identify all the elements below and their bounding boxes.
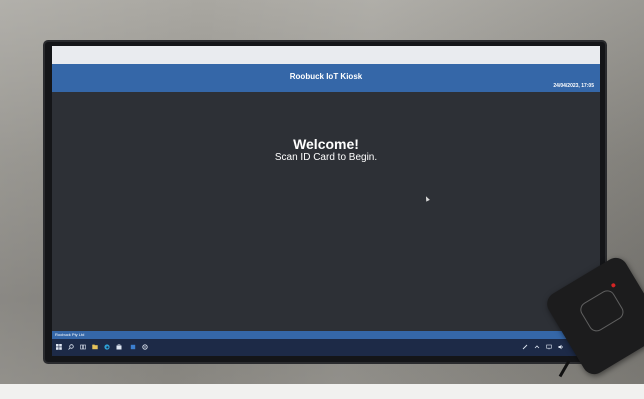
scan-instruction: Scan ID Card to Begin. (274, 152, 378, 163)
task-view-icon[interactable] (80, 344, 86, 350)
welcome-heading: Welcome! (293, 136, 359, 152)
edge-browser-icon[interactable] (104, 344, 110, 350)
volume-icon[interactable] (558, 344, 564, 350)
status-strip: Roobuck Pty Ltd (52, 331, 600, 339)
network-icon[interactable] (546, 344, 552, 350)
app-title: Roobuck IoT Kiosk (289, 72, 363, 81)
store-icon[interactable] (116, 344, 122, 350)
window-top-strip (52, 46, 600, 64)
pen-icon[interactable] (522, 344, 528, 350)
reader-led-icon (610, 282, 617, 289)
app-icon[interactable] (130, 344, 136, 350)
mouse-cursor-icon (424, 195, 430, 202)
chevron-up-icon[interactable] (534, 344, 540, 350)
panel-bottom-edge (0, 384, 644, 399)
file-explorer-icon[interactable] (92, 344, 98, 350)
app-header: Roobuck IoT Kiosk 24/04/2023, 17:05 (52, 64, 600, 92)
settings-icon[interactable] (142, 344, 148, 350)
rfid-logo-icon (577, 287, 627, 335)
header-datetime: 24/04/2023, 17:05 (553, 83, 594, 89)
status-company: Roobuck Pty Ltd (55, 332, 85, 337)
kiosk-screen: Roobuck IoT Kiosk 24/04/2023, 17:05 Welc… (52, 46, 600, 356)
search-icon[interactable] (68, 344, 74, 350)
windows-start-icon[interactable] (56, 344, 62, 350)
windows-taskbar (52, 339, 600, 356)
